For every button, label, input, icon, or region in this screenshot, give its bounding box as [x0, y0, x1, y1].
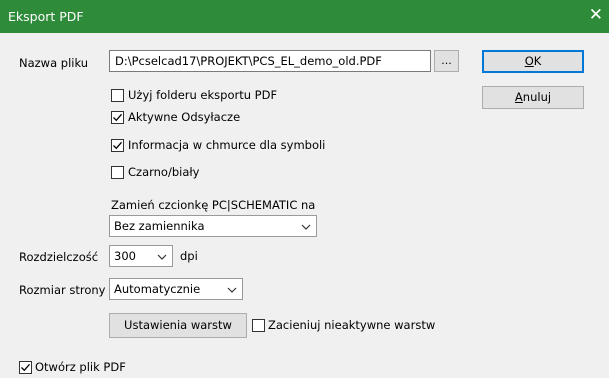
checkbox-black-white[interactable] [111, 166, 124, 179]
window-title: Eksport PDF [8, 9, 84, 24]
checkmark-icon [113, 113, 122, 122]
title-bar: Eksport PDF ✕ [0, 0, 609, 33]
layer-settings-button[interactable]: Ustawienia warstw [109, 313, 247, 338]
resolution-unit: dpi [180, 249, 198, 263]
checkbox-symbol-tooltip[interactable] [111, 139, 124, 152]
option-label-black-white: Czarno/biały [128, 165, 200, 179]
resolution-select[interactable]: 300 [109, 245, 173, 267]
chevron-down-icon [157, 250, 167, 264]
close-icon[interactable]: ✕ [589, 5, 603, 25]
font-replace-label: Zamień czcionkę PC|SCHEMATIC na [111, 198, 316, 212]
chevron-down-icon [227, 283, 237, 297]
font-replace-value: Bez zamiennika [114, 219, 205, 233]
option-label-active-references: Aktywne Odsyłacze [128, 110, 241, 124]
page-size-select[interactable]: Automatycznie [109, 278, 243, 300]
browse-button[interactable]: ... [434, 50, 459, 72]
file-name-input[interactable]: D:\Pcselcad17\PROJEKT\PCS_EL_demo_old.PD… [109, 50, 431, 72]
font-replace-select[interactable]: Bez zamiennika [109, 215, 317, 237]
page-size-value: Automatycznie [114, 282, 201, 296]
option-label-symbol-tooltip: Informacja w chmurce dla symboli [128, 138, 326, 152]
page-size-label: Rozmiar strony [19, 283, 106, 297]
resolution-label: Rozdzielczość [19, 250, 99, 264]
open-pdf-label: Otwórz plik PDF [35, 360, 126, 374]
checkbox-active-references[interactable] [111, 111, 124, 124]
option-label-use-export-folder: Użyj folderu eksportu PDF [128, 88, 278, 102]
checkbox-shade-inactive-layers[interactable] [252, 319, 265, 332]
checkmark-icon [113, 141, 122, 150]
checkmark-icon [21, 363, 30, 372]
shade-inactive-label: Zacieniuj nieaktywne warstw [268, 318, 436, 332]
checkbox-use-export-folder[interactable] [111, 89, 124, 102]
cancel-button[interactable]: Anuluj [482, 86, 584, 109]
ok-button[interactable]: OK [482, 50, 584, 73]
chevron-down-icon [301, 220, 311, 234]
file-name-label: Nazwa pliku [19, 56, 89, 70]
checkbox-open-pdf[interactable] [19, 361, 32, 374]
resolution-value: 300 [114, 249, 136, 263]
